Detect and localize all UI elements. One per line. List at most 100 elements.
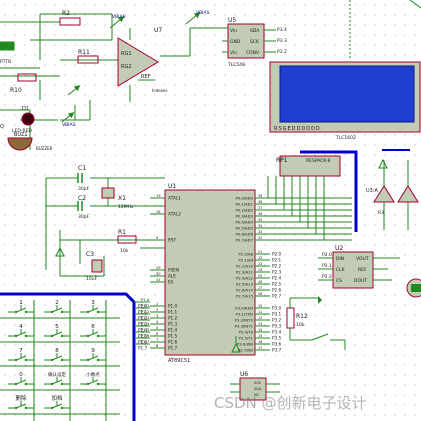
u2-label: U2 (335, 245, 343, 252)
mcu-pin-p3.0: P3.0/RXD (235, 306, 253, 311)
mcu-pin-p1.5: P1.5 (168, 334, 178, 339)
key-5[interactable]: 5 (44, 324, 70, 338)
r1-value: 10k (120, 248, 129, 254)
key-0[interactable]: 0 (8, 372, 34, 386)
c1-label: C1 (78, 165, 86, 172)
r2-label: R2 (62, 10, 70, 17)
u2-pin-ref: REF (358, 267, 367, 273)
key-确认设定[interactable]: 确认设定 (44, 371, 70, 386)
mcu-pin-num: 9 (156, 236, 159, 240)
u5-pin-conv: CONV (246, 50, 260, 56)
mcu-pin-num: 31 (156, 278, 161, 282)
mcu-pin-p0.3: P0.3/AD3 (235, 214, 253, 219)
mcu-pin-num: 22 (258, 256, 262, 260)
mcu-pin-p3.6: P3.6/WR (237, 342, 253, 347)
mcu-pin-num: 39 (258, 194, 262, 198)
mcu-net-right: P2.1 (272, 258, 282, 263)
vbias-label-2: VBIAS (196, 10, 210, 16)
mcu-pin-num: 7 (156, 338, 158, 342)
key-label: 8 (55, 348, 59, 354)
key-小数点[interactable]: 小数点 (80, 371, 106, 386)
u2-pin-clk: CLK (336, 267, 346, 273)
led-d1 (21, 112, 35, 126)
u5-net-2: P3.3 (277, 38, 287, 44)
key-label: 2 (55, 300, 59, 306)
mcu-pin-num: 5 (156, 326, 158, 330)
mcu-net-right: P3.4 (272, 330, 282, 335)
u7-pin-rg1: RG1 (121, 51, 132, 57)
key-label: 4 (19, 324, 23, 330)
amp-section (0, 13, 228, 150)
keypad-matrix: 1 2 34 5 67 8 90 确认设定 小数点删除 加档P1.0P1.1P1.2P1.3P1.… (0, 297, 150, 421)
mcu-pin-rst: RST (168, 238, 177, 243)
mcu-net-right: P2.3 (272, 270, 282, 275)
mcu-pin-num: 11 (258, 310, 262, 314)
key-2[interactable]: 2 (44, 300, 70, 314)
mcu-pin-p1.1: P1.1 (168, 310, 178, 315)
key-label: 加档 (51, 394, 63, 402)
r1-label: R1 (118, 229, 126, 236)
mcu-pin-p1.4: P1.4 (168, 328, 178, 333)
x1-value: 12MHz (118, 204, 134, 210)
mcu-pin-p0.1: P0.1/AD1 (235, 202, 253, 207)
keypad-net: P1.7 (141, 339, 150, 344)
u2-net-1: P2.0 (322, 252, 332, 258)
key-7[interactable]: 7 (8, 348, 34, 362)
key-9[interactable]: 9 (80, 348, 106, 362)
u7-pin-rg2: RG2 (121, 64, 132, 70)
mcu-pin-p1.3: P1.3 (168, 322, 178, 327)
u2-pin-din: DIN (336, 256, 344, 262)
mcu-pin-num: 19 (156, 194, 161, 198)
key-label: 7 (19, 348, 23, 354)
vbias-label-1: VBIAS (112, 14, 126, 20)
mcu-pin-num: 14 (258, 328, 262, 332)
key-8[interactable]: 8 (44, 348, 70, 362)
x1-label: X1 (118, 195, 126, 202)
key-4[interactable]: 4 (8, 324, 34, 338)
mcu-pin-p1.2: P1.2 (168, 316, 178, 321)
u2-net-3: P2.2 (322, 274, 332, 280)
key-加档[interactable]: 加档 (44, 394, 70, 410)
mcu-pin-p2.0: P2.0/A8 (238, 252, 253, 257)
mcu-net-right: P3.3 (272, 324, 282, 329)
pot-label: PTTB (0, 59, 11, 65)
mcu-pin-p3.5: P3.5/T1 (239, 336, 254, 341)
mcu-pin-num: 17 (258, 346, 262, 350)
mcu-pin-p3.1: P3.1/TXD (236, 312, 254, 317)
mcu-net-right: P2.6 (272, 288, 282, 293)
key-1[interactable]: 1 (8, 300, 34, 314)
key-label: 3 (91, 300, 95, 306)
u2-pin-dout: DOUT (354, 278, 367, 284)
cap-c3 (91, 259, 103, 273)
u3-label: U3:A (366, 188, 379, 194)
mcu-pin-num: 32 (258, 236, 262, 240)
r12-value: 10k (296, 322, 305, 328)
u2-pin-vout: VOUT (356, 256, 369, 262)
u7-net: Indexes (152, 88, 167, 93)
mcu-pin-p2.1: P2.1/A9 (238, 258, 253, 263)
r12-label: R12 (296, 313, 308, 320)
key-6[interactable]: 6 (80, 324, 106, 338)
mcu-net-right: P3.7 (272, 348, 282, 353)
mcu-pin-num: 36 (258, 212, 262, 216)
mcu-net-right: P2.5 (272, 282, 282, 287)
mcu-pin-p2.3: P2.3/A11 (236, 270, 254, 275)
mcu-pin-xtal1: XTAL1 (168, 196, 181, 201)
mcu-pin-num: 34 (258, 224, 262, 228)
key-3[interactable]: 3 (80, 300, 106, 314)
u2-pin-cs: CS (336, 278, 342, 284)
resistor-r2 (59, 17, 81, 26)
u5-pin-gnd: GND (230, 39, 241, 45)
mcu-pin-num: 28 (258, 292, 262, 296)
key-label: 9 (91, 348, 95, 354)
keypad-net: P1.3 (141, 315, 150, 320)
buzzer-label: BUZZER (36, 146, 53, 151)
keypad-net: P1.0 (141, 297, 150, 302)
mcu-pin-num: 15 (258, 334, 262, 338)
u6-pin-sda: SDA (254, 387, 262, 391)
keypad-net: P1.6 (141, 333, 150, 338)
mcu-pin-p0.7: P0.7/AD7 (235, 238, 253, 243)
key-删除[interactable]: 删除 (8, 394, 34, 410)
mcu-pin-num: 26 (258, 280, 262, 284)
u6-pin-sck: SCK (254, 381, 262, 385)
